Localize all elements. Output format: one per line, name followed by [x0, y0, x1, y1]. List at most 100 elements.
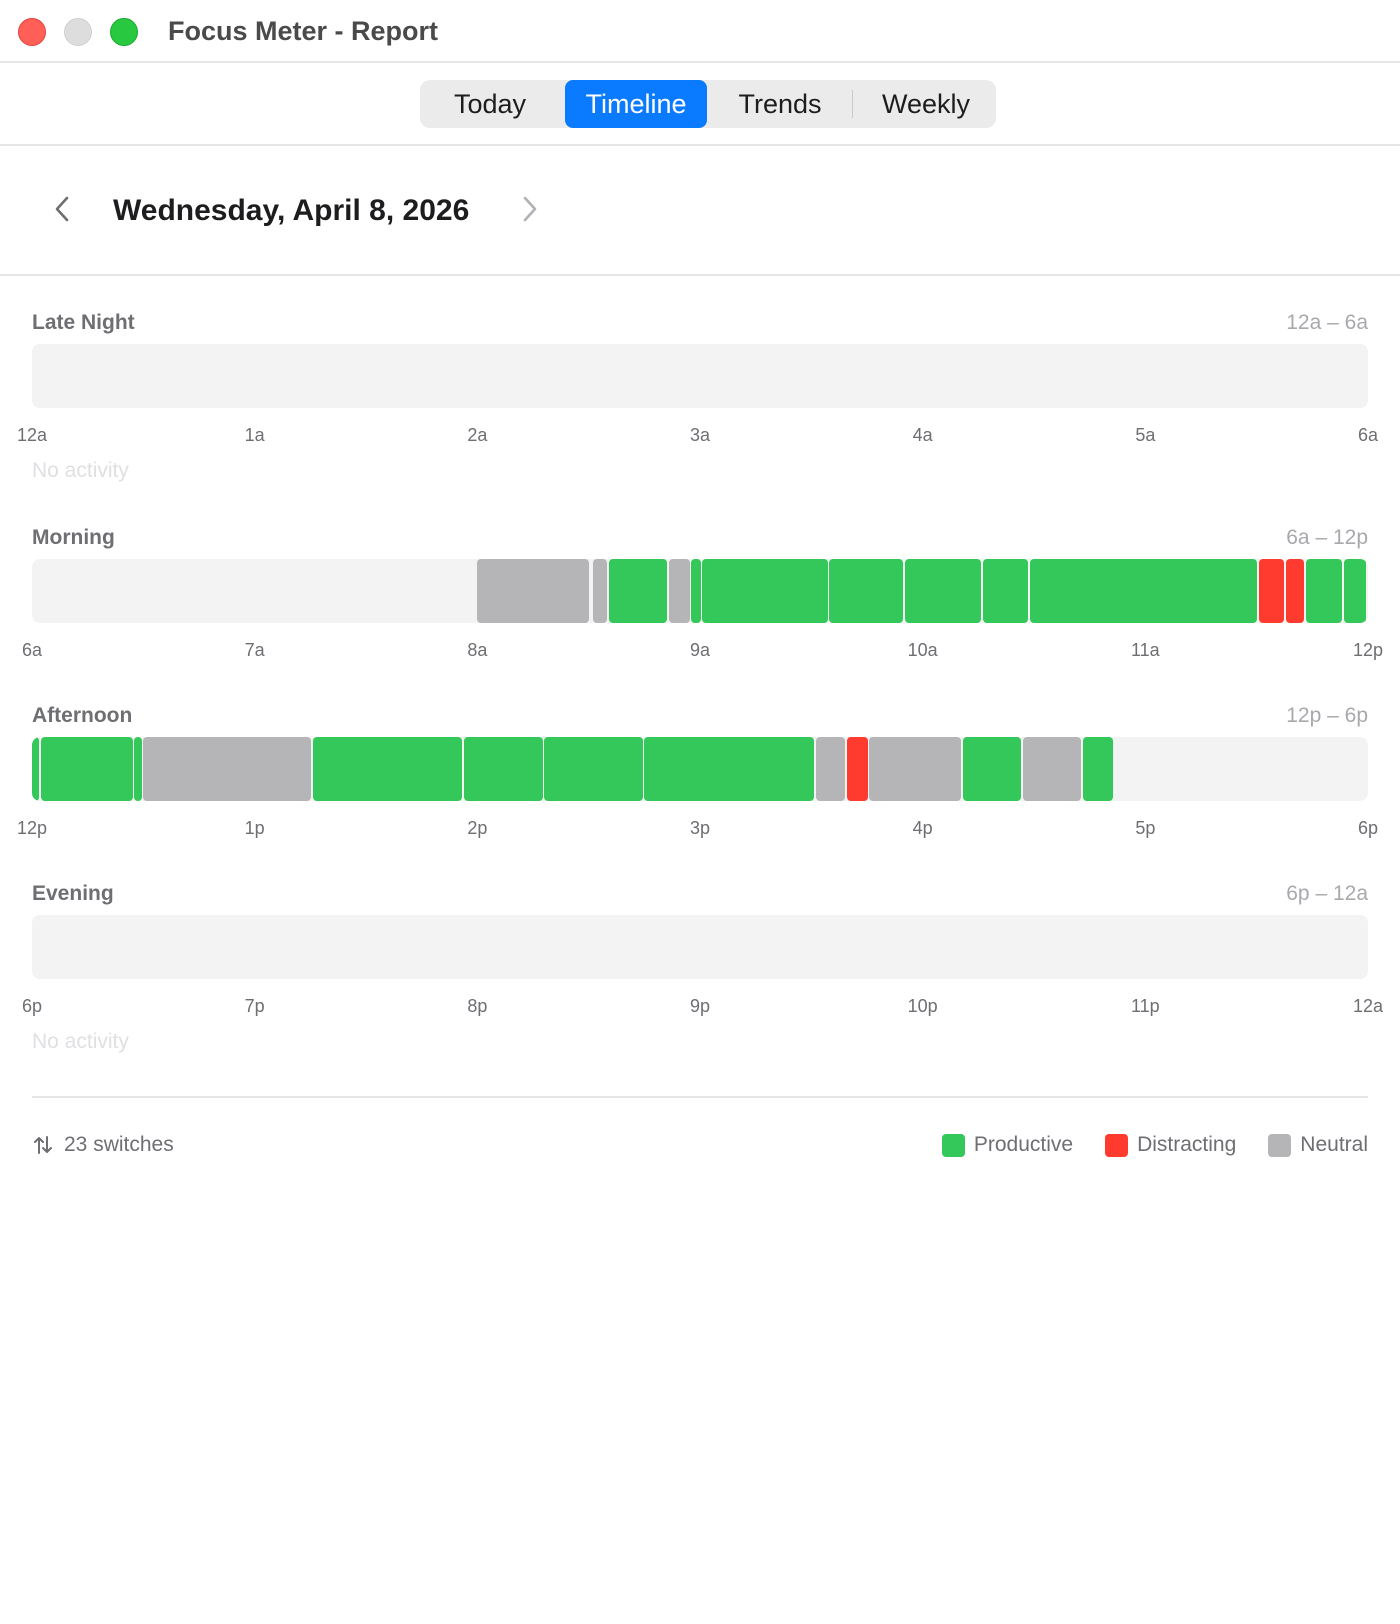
activity-block-productive[interactable]: [1029, 559, 1258, 623]
hour-tick: 12p: [1352, 640, 1384, 660]
hour-tick: 6p: [1357, 818, 1379, 838]
hour-tick: 9a: [689, 640, 711, 660]
previous-day-button[interactable]: [48, 192, 78, 226]
hour-tick: 8p: [467, 996, 488, 1016]
section-morning: Morning 6a – 12p 6a 7a 8a 9a 10a 11a 12p: [22, 525, 1383, 670]
activity-block-productive[interactable]: [463, 737, 543, 801]
activity-block-neutral[interactable]: [477, 559, 590, 623]
date-title: Wednesday, April 8, 2026: [113, 194, 470, 227]
legend-item-neutral: Neutral: [1268, 1133, 1368, 1157]
activity-block-productive[interactable]: [1343, 559, 1367, 623]
legend-swatch: [1268, 1133, 1292, 1157]
tab-timeline[interactable]: Timeline: [565, 80, 707, 128]
footer-divider: [32, 1096, 1368, 1098]
section-range: 12a – 6a: [1286, 311, 1368, 334]
hour-tick: 1a: [244, 425, 265, 445]
minimize-window-button[interactable]: [64, 18, 92, 46]
timeline-track[interactable]: [32, 344, 1368, 408]
timeline-track[interactable]: [32, 737, 1368, 801]
chevron-right-icon: [523, 196, 537, 222]
hour-tick: 10p: [907, 996, 938, 1016]
tab-separator: [852, 90, 853, 118]
hour-tick: 9p: [689, 996, 711, 1016]
hour-tick: 4a: [912, 425, 933, 445]
hour-tick: 3p: [689, 818, 711, 838]
activity-block-productive[interactable]: [544, 737, 643, 801]
activity-block-productive[interactable]: [904, 559, 982, 623]
legend-label: Neutral: [1300, 1133, 1368, 1156]
legend-item-productive: Productive: [941, 1133, 1074, 1157]
section-range: 6a – 12p: [1286, 526, 1368, 549]
activity-block-productive[interactable]: [1305, 559, 1342, 623]
switch-count-label: 23 switches: [64, 1133, 174, 1156]
section-title: Evening: [32, 882, 114, 905]
activity-block-productive[interactable]: [32, 737, 40, 801]
section-title: Late Night: [32, 311, 135, 334]
activity-block-productive[interactable]: [40, 737, 133, 801]
activity-block-neutral[interactable]: [593, 559, 608, 623]
activity-block-neutral[interactable]: [668, 559, 690, 623]
legend-label: Productive: [973, 1133, 1074, 1156]
legend-swatch: [941, 1133, 965, 1157]
hour-tick: 2p: [467, 818, 488, 838]
activity-block-distracting[interactable]: [846, 737, 868, 801]
activity-block-neutral[interactable]: [143, 737, 312, 801]
legend-swatch: [1105, 1133, 1129, 1157]
activity-block-productive[interactable]: [134, 737, 142, 801]
footer: 23 switches Productive Distracting Neutr…: [32, 1128, 1368, 1162]
hour-tick: 7p: [244, 996, 265, 1016]
activity-block-distracting[interactable]: [1258, 559, 1285, 623]
activity-block-productive[interactable]: [702, 559, 828, 623]
activity-block-neutral[interactable]: [815, 737, 846, 801]
zoom-window-button[interactable]: [110, 18, 138, 46]
tab-trends[interactable]: Trends: [710, 80, 850, 128]
hour-tick: 12a: [1352, 996, 1384, 1016]
tab-weekly[interactable]: Weekly: [856, 80, 996, 128]
activity-block-neutral[interactable]: [1022, 737, 1082, 801]
view-segmented-control: Today Timeline Trends Weekly: [420, 80, 996, 128]
hour-tick: 12a: [16, 425, 48, 445]
title-bar: Focus Meter - Report: [0, 0, 1400, 63]
activity-block-productive[interactable]: [982, 559, 1029, 623]
timeline-track[interactable]: [32, 559, 1368, 623]
hour-tick: 6a: [1357, 425, 1379, 445]
hour-tick: 2a: [467, 425, 488, 445]
activity-block-productive[interactable]: [608, 559, 668, 623]
chevron-left-icon: [55, 196, 69, 222]
section-late-night: Late Night 12a – 6a 12a 1a 2a 3a 4a 5a 6a No a…: [17, 310, 1378, 490]
activity-block-productive[interactable]: [644, 737, 815, 801]
legend-item-distracting: Distracting: [1105, 1133, 1236, 1157]
section-range: 12p – 6p: [1286, 704, 1368, 727]
hour-tick: 1p: [244, 818, 265, 838]
activity-block-neutral[interactable]: [869, 737, 962, 801]
hour-axis: 12a 1a 2a 3a 4a 5a 6a: [17, 424, 1378, 448]
activity-block-productive[interactable]: [1082, 737, 1113, 801]
timeline-track[interactable]: [32, 915, 1368, 979]
activity-block-productive[interactable]: [312, 737, 463, 801]
tab-today[interactable]: Today: [420, 80, 560, 128]
hour-axis: 6a 7a 8a 9a 10a 11a 12p: [22, 639, 1383, 663]
activity-block-distracting[interactable]: [1285, 559, 1305, 623]
tab-bar: Today Timeline Trends Weekly: [0, 63, 1400, 146]
activity-block-productive[interactable]: [962, 737, 1022, 801]
hour-tick: 11p: [1130, 996, 1160, 1016]
no-activity-label: No activity: [32, 459, 129, 482]
section-evening: Evening 6p – 12a 6p 7p 8p 9p 10p 11p 12a No ac…: [22, 881, 1383, 1061]
hour-tick: 12p: [16, 818, 48, 838]
hour-tick: 6p: [21, 996, 43, 1016]
window-title: Focus Meter - Report: [168, 16, 439, 46]
activity-block-productive[interactable]: [691, 559, 701, 623]
legend-label: Distracting: [1137, 1133, 1237, 1156]
hour-axis: 6p 7p 8p 9p 10p 11p 12a: [22, 995, 1383, 1019]
close-window-button[interactable]: [18, 18, 46, 46]
hour-tick: 5a: [1135, 425, 1156, 445]
section-title: Afternoon: [32, 704, 133, 727]
hour-tick: 10a: [907, 640, 938, 660]
section-afternoon: Afternoon 12p – 6p 12p 1p 2p 3p 4p 5p 6p: [17, 703, 1378, 848]
activity-block-productive[interactable]: [829, 559, 904, 623]
section-range: 6p – 12a: [1286, 882, 1368, 905]
next-day-button[interactable]: [514, 192, 544, 226]
legend: Productive Distracting Neutral: [941, 1128, 1368, 1162]
hour-axis: 12p 1p 2p 3p 4p 5p 6p: [17, 817, 1378, 841]
switch-count: 23 switches: [32, 1128, 174, 1162]
